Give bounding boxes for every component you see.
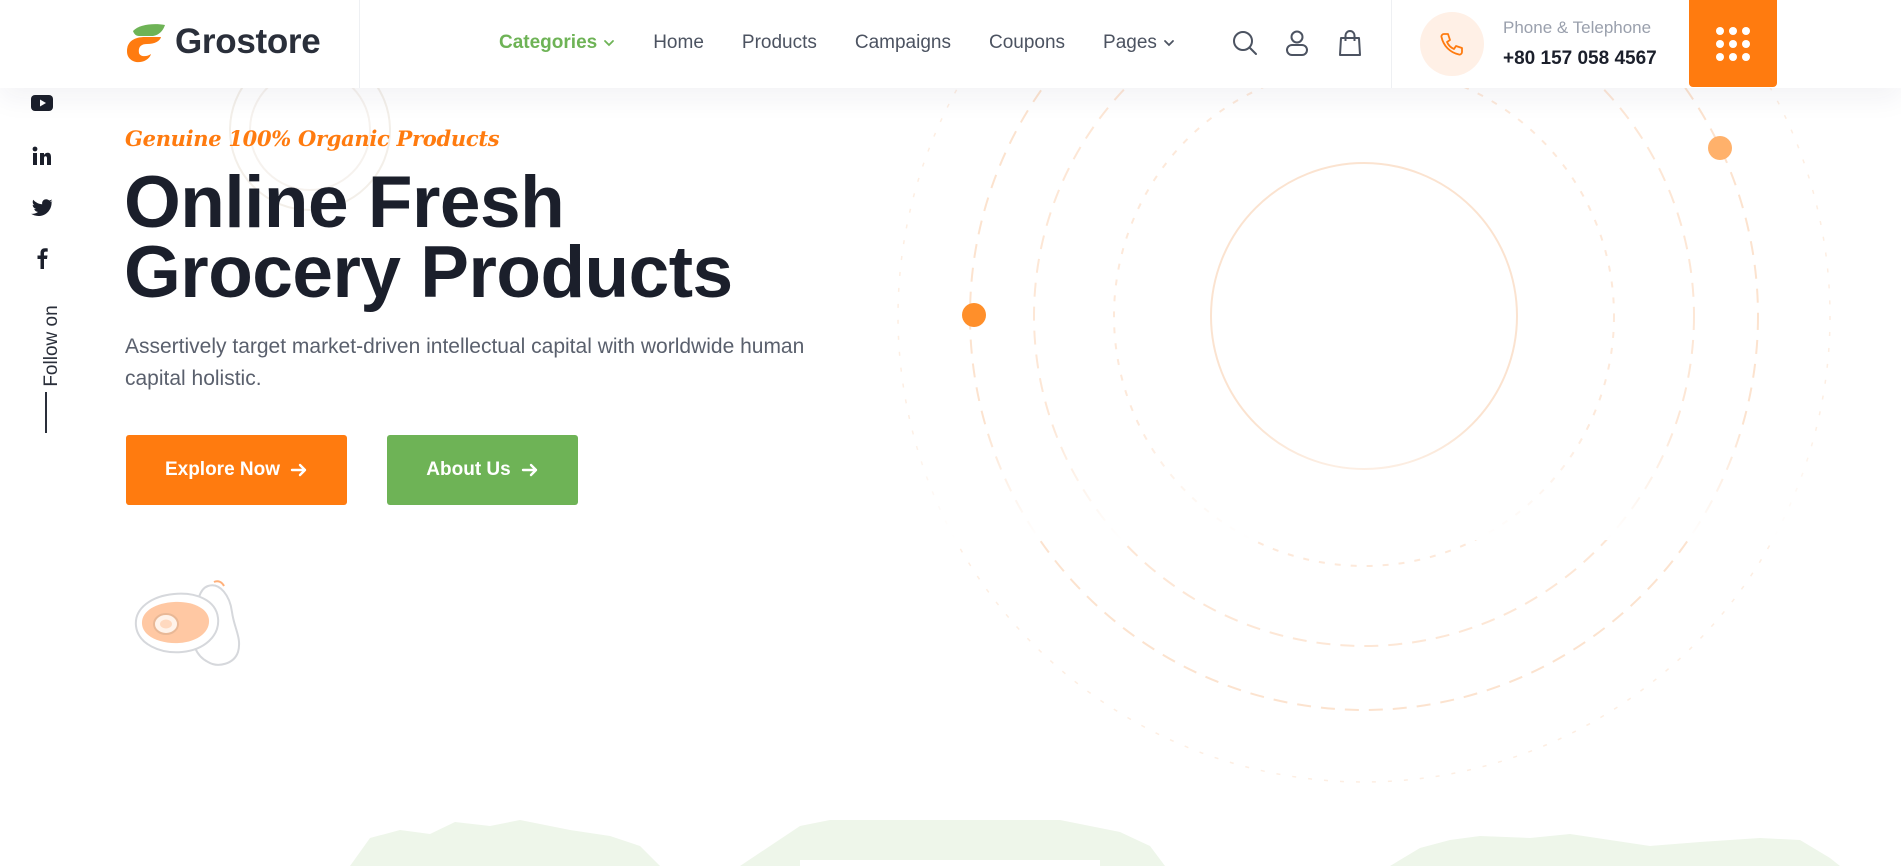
nav-label: Pages <box>1103 32 1157 53</box>
facebook-icon[interactable] <box>30 247 54 269</box>
orange-dot-right <box>1708 136 1732 160</box>
nav-label: Home <box>653 32 704 53</box>
grid-menu-button[interactable] <box>1689 0 1777 87</box>
search-icon[interactable] <box>1231 29 1259 57</box>
logo[interactable]: Grostore <box>125 19 321 65</box>
nav-coupons[interactable]: Coupons <box>989 32 1065 54</box>
nav-label: Coupons <box>988 32 1066 53</box>
follow-divider <box>45 392 47 433</box>
nav-label: Campaigns <box>854 32 951 53</box>
twitter-icon[interactable] <box>30 197 54 219</box>
follow-on-label: Follow on <box>41 305 62 387</box>
linkedin-icon[interactable] <box>30 145 54 167</box>
header-divider <box>1391 0 1392 88</box>
phone-badge[interactable] <box>1420 12 1484 76</box>
logo-text: Grostore <box>175 22 321 61</box>
button-label: About Us <box>426 459 511 480</box>
explore-now-button[interactable]: Explore Now <box>126 435 347 505</box>
hero-tagline: Genuine 100% Organic Products <box>125 126 500 151</box>
orange-dot-left <box>962 303 986 327</box>
logo-leaf-icon <box>127 24 165 63</box>
chevron-down-icon <box>1164 40 1174 47</box>
user-icon[interactable] <box>1283 29 1311 57</box>
phone-icon <box>1440 33 1463 56</box>
bottom-hills <box>350 820 1840 866</box>
hero-title: Online Fresh Grocery Products <box>124 162 884 313</box>
shopping-bag-icon[interactable] <box>1336 29 1364 57</box>
grid-menu-icon <box>1716 26 1750 61</box>
nav-categories[interactable]: Categories <box>499 32 615 54</box>
nav-pages[interactable]: Pages <box>1103 32 1175 54</box>
arrow-right-icon <box>290 463 307 477</box>
nav-products[interactable]: Products <box>742 32 817 54</box>
about-us-button[interactable]: About Us <box>387 435 578 505</box>
phone-number[interactable]: +80 157 058 4567 <box>1503 48 1657 70</box>
phone-label: Phone & Telephone <box>1503 18 1652 37</box>
hero-description: Assertively target market-driven intelle… <box>125 335 805 390</box>
hero-title-line-2: Grocery Products <box>124 232 733 313</box>
nav-label: Categories <box>499 32 598 53</box>
nav-home[interactable]: Home <box>653 32 704 54</box>
chevron-down-icon <box>604 40 615 47</box>
site-header: Grostore Categories Home Products Campai… <box>0 0 1901 88</box>
nav-campaigns[interactable]: Campaigns <box>855 32 951 54</box>
nav-label: Products <box>741 32 817 53</box>
hero-title-line-1: Online Fresh <box>124 162 565 243</box>
button-label: Explore Now <box>164 459 281 480</box>
youtube-icon[interactable] <box>30 92 54 114</box>
header-divider <box>359 0 360 88</box>
arrow-right-icon <box>521 463 537 477</box>
main-nav: Categories Home Products Campaigns Coupo… <box>499 30 1175 56</box>
avocado-illustration <box>134 580 241 666</box>
